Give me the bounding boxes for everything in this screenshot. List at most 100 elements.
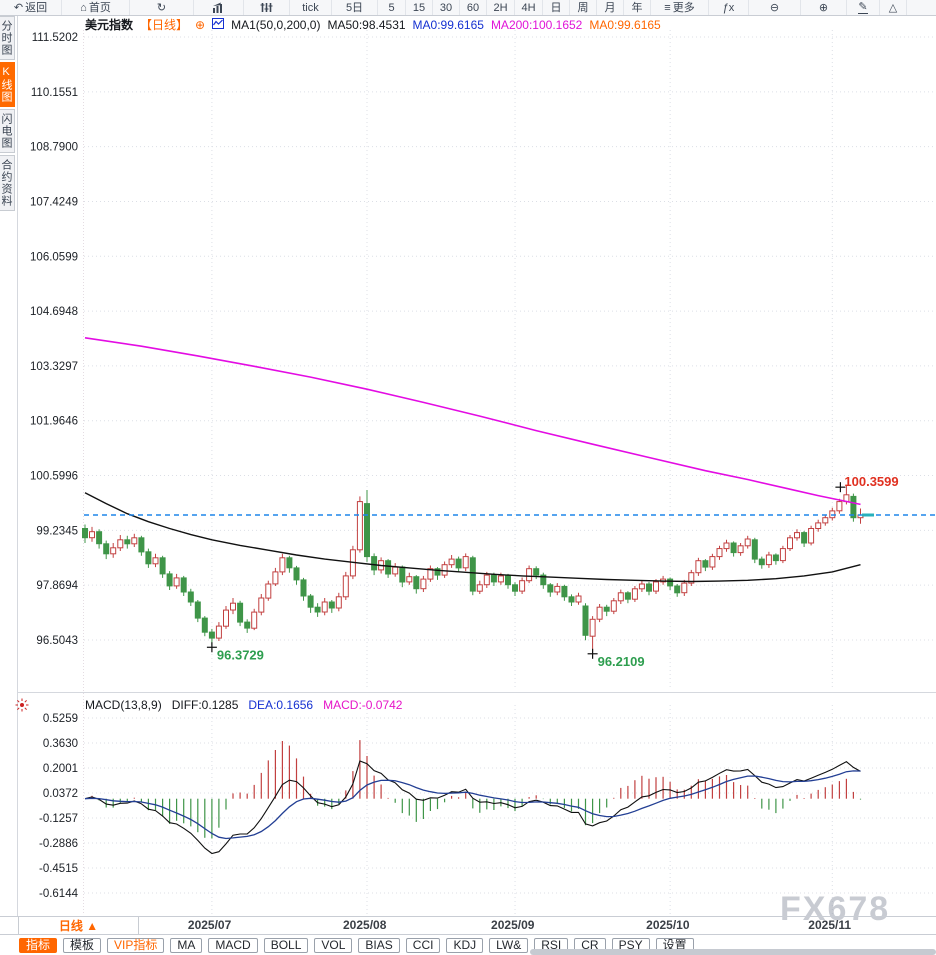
back-button-icon: ↶ bbox=[14, 2, 23, 14]
svg-text:99.2345: 99.2345 bbox=[36, 525, 78, 537]
period-day-label: 日 bbox=[551, 1, 562, 15]
period-2h-label: 2H bbox=[493, 1, 507, 15]
svg-text:-0.6144: -0.6144 bbox=[39, 888, 79, 900]
ma-chart-icon[interactable] bbox=[212, 18, 224, 32]
chart-canvas[interactable]: 111.5202110.1551108.7900107.4249106.0599… bbox=[0, 0, 936, 955]
indicator-tab[interactable]: 指标 bbox=[19, 938, 57, 953]
indicator-ma[interactable]: MA bbox=[170, 938, 202, 953]
x-axis-label: 2025/08 bbox=[343, 918, 386, 932]
svg-text:-0.2886: -0.2886 bbox=[39, 838, 78, 850]
x-axis-label: 2025/10 bbox=[646, 918, 689, 932]
dea-value: DEA:0.1656 bbox=[248, 698, 313, 712]
x-axis-label: 2025/09 bbox=[491, 918, 534, 932]
indicator-vol[interactable]: VOL bbox=[314, 938, 352, 953]
indicator-settings-icon[interactable] bbox=[15, 698, 29, 717]
svg-text:0.3630: 0.3630 bbox=[43, 738, 78, 750]
period-month[interactable]: 月 bbox=[597, 0, 624, 15]
period-15-label: 15 bbox=[413, 1, 425, 15]
back-button[interactable]: ↶返回 bbox=[0, 0, 62, 15]
period-tick[interactable]: tick bbox=[290, 0, 332, 15]
svg-text:96.5043: 96.5043 bbox=[36, 635, 78, 647]
candle-style-button-icon bbox=[260, 2, 273, 13]
period-5-label: 5 bbox=[388, 1, 394, 15]
home-button-label: 首页 bbox=[89, 1, 111, 15]
circle-plus-icon[interactable]: ⊕ bbox=[195, 18, 205, 32]
fx-indicator-button-label: ƒx bbox=[723, 1, 735, 15]
sidebar-tab-kline-chart[interactable]: K线图 bbox=[0, 62, 15, 107]
period-15[interactable]: 15 bbox=[406, 0, 433, 15]
shapes-button[interactable]: △ bbox=[880, 0, 907, 15]
x-axis-label: 2025/07 bbox=[188, 918, 231, 932]
indicator-lwr[interactable]: LW& bbox=[489, 938, 528, 953]
macd-histogram bbox=[85, 740, 861, 838]
back-button-label: 返回 bbox=[25, 1, 47, 15]
more-button-icon: ≡ bbox=[664, 2, 670, 14]
fx-charting-app: { "icons": {"circle_plus": "⊕", "up_arro… bbox=[0, 0, 936, 955]
volume-chart-button[interactable] bbox=[194, 0, 244, 15]
ma50-value: MA50:98.4531 bbox=[327, 18, 405, 32]
candle-style-button[interactable] bbox=[244, 0, 290, 15]
draw-button[interactable]: ✎ bbox=[847, 0, 880, 15]
indicator-bias[interactable]: BIAS bbox=[358, 938, 399, 953]
svg-text:103.3297: 103.3297 bbox=[30, 361, 78, 373]
svg-text:-0.1257: -0.1257 bbox=[39, 813, 78, 825]
period-5d-label: 5日 bbox=[346, 1, 363, 15]
period-5d[interactable]: 5日 bbox=[332, 0, 378, 15]
chart-type-sidebar: 分时图 K线图闪电图合约资料 bbox=[0, 16, 17, 213]
svg-text:107.4249: 107.4249 bbox=[30, 196, 78, 208]
svg-text:108.7900: 108.7900 bbox=[30, 142, 78, 154]
diff-value: DIFF:0.1285 bbox=[172, 698, 239, 712]
period-30[interactable]: 30 bbox=[433, 0, 460, 15]
svg-text:111.5202: 111.5202 bbox=[32, 32, 78, 44]
period-week[interactable]: 周 bbox=[570, 0, 597, 15]
fx-indicator-button[interactable]: ƒx bbox=[709, 0, 749, 15]
svg-text:0.2001: 0.2001 bbox=[43, 763, 78, 775]
sidebar-tab-time-chart[interactable]: 分时图 bbox=[0, 16, 15, 60]
template-tab[interactable]: 模板 bbox=[63, 938, 101, 953]
draw-button-icon: ✎ bbox=[858, 1, 867, 14]
symbol-name: 美元指数 bbox=[85, 16, 133, 33]
ma-settings-label[interactable]: MA1(50,0,200,0) bbox=[231, 18, 320, 32]
horizontal-scrollbar[interactable] bbox=[530, 949, 936, 955]
period-year-label: 年 bbox=[632, 1, 643, 15]
candles-layer bbox=[83, 485, 864, 652]
refresh-button[interactable]: ↻ bbox=[130, 0, 194, 15]
period-week-label: 周 bbox=[578, 1, 589, 15]
period-month-label: 月 bbox=[605, 1, 616, 15]
zoom-in-button[interactable]: ⊕ bbox=[801, 0, 847, 15]
vip-indicator-tab[interactable]: VIP指标 bbox=[107, 938, 164, 953]
macd-value: MACD:-0.0742 bbox=[323, 698, 402, 712]
period-4h[interactable]: 4H bbox=[515, 0, 543, 15]
period-60-label: 60 bbox=[467, 1, 479, 15]
macd-header-row: MACD(13,8,9) DIFF:0.1285 DEA:0.1656 MACD… bbox=[85, 698, 402, 712]
sidebar-tab-lightning-chart[interactable]: 闪电图 bbox=[0, 109, 15, 153]
indicator-cci[interactable]: CCI bbox=[406, 938, 441, 953]
period-5[interactable]: 5 bbox=[378, 0, 406, 15]
ma0-orange-value: MA0:99.6165 bbox=[589, 18, 660, 32]
zoom-out-button[interactable]: ⊖ bbox=[749, 0, 801, 15]
sidebar-tab-contract-info[interactable]: 合约资料 bbox=[0, 155, 15, 211]
period-2h[interactable]: 2H bbox=[487, 0, 515, 15]
x-axis-label: 2025/11 bbox=[808, 918, 851, 932]
period-tag: 【日线】 bbox=[140, 16, 188, 33]
period-day[interactable]: 日 bbox=[543, 0, 570, 15]
indicator-macd[interactable]: MACD bbox=[208, 938, 257, 953]
more-button-label: 更多 bbox=[673, 1, 695, 15]
current-price-line bbox=[84, 514, 936, 517]
period-year[interactable]: 年 bbox=[624, 0, 651, 15]
ma0-blue-value: MA0:99.6165 bbox=[413, 18, 484, 32]
period-selector-button[interactable]: 日线 ▲ bbox=[18, 917, 139, 934]
chart-title-row: 美元指数 【日线】 ⊕ MA1(50,0,200,0) MA50:98.4531… bbox=[85, 16, 661, 33]
more-button[interactable]: ≡更多 bbox=[651, 0, 709, 15]
period-60[interactable]: 60 bbox=[460, 0, 487, 15]
period-30-label: 30 bbox=[440, 1, 452, 15]
home-button[interactable]: ⌂首页 bbox=[62, 0, 130, 15]
svg-text:100.3599: 100.3599 bbox=[844, 474, 898, 489]
svg-text:96.3729: 96.3729 bbox=[217, 647, 264, 662]
svg-text:100.5996: 100.5996 bbox=[30, 471, 78, 483]
indicator-boll[interactable]: BOLL bbox=[264, 938, 309, 953]
zoom-in-button-icon: ⊕ bbox=[819, 2, 828, 14]
svg-text:97.8694: 97.8694 bbox=[36, 580, 78, 592]
indicator-kdj[interactable]: KDJ bbox=[446, 938, 483, 953]
macd-params-label[interactable]: MACD(13,8,9) bbox=[85, 698, 162, 712]
